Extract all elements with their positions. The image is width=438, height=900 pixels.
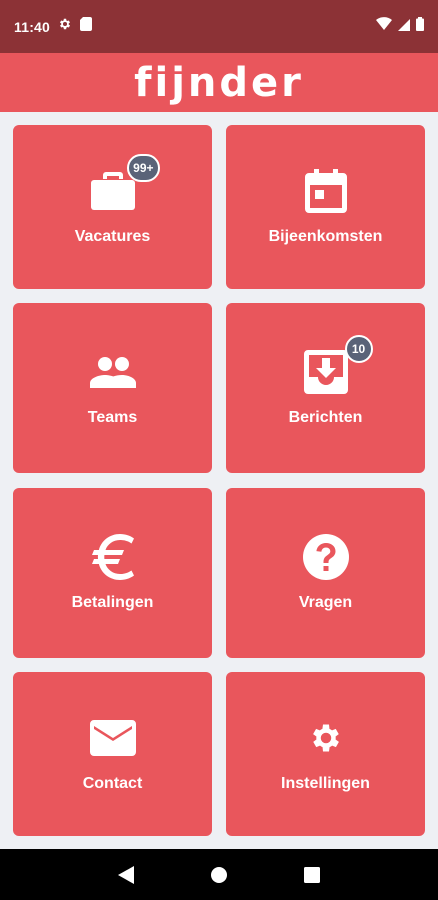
signal-icon (398, 18, 410, 36)
back-icon[interactable] (114, 863, 138, 887)
app-logo: fijnder (134, 59, 304, 106)
home-icon[interactable] (207, 863, 231, 887)
inbox-download-icon (303, 349, 348, 399)
tile-vragen[interactable]: Vragen (226, 488, 425, 658)
calendar-icon (304, 168, 347, 218)
tile-label-vragen: Vragen (298, 594, 353, 611)
tile-label-vacatures: Vacatures (74, 228, 151, 245)
system-nav-bar (0, 849, 438, 900)
recents-icon[interactable] (300, 863, 324, 887)
help-icon (302, 533, 349, 585)
tile-label-betalingen: Betalingen (71, 594, 154, 611)
mail-icon (89, 719, 136, 761)
tile-contact[interactable]: Contact (13, 672, 212, 836)
status-time: 11:40 (14, 18, 51, 35)
status-bar: 11:40 (0, 0, 438, 53)
tile-label-teams: Teams (87, 409, 138, 426)
sim-card-icon (80, 17, 93, 36)
gear-icon (58, 17, 72, 36)
settings-icon (308, 720, 344, 761)
tile-instellingen[interactable]: Instellingen (226, 672, 425, 836)
tile-betalingen[interactable]: Betalingen (13, 488, 212, 658)
battery-icon (416, 17, 424, 36)
euro-icon (90, 533, 136, 585)
tile-label-berichten: Berichten (288, 409, 363, 426)
tile-bijeenkomsten[interactable]: Bijeenkomsten (226, 125, 425, 289)
tile-label-bijeenkomsten: Bijeenkomsten (268, 228, 383, 245)
vacatures-badge: 99+ (127, 154, 160, 182)
berichten-badge: 10 (344, 335, 373, 363)
app-bar: fijnder (0, 53, 438, 112)
tile-label-contact: Contact (82, 775, 143, 792)
wifi-icon (376, 17, 392, 36)
tile-berichten[interactable]: 10 Berichten (226, 303, 425, 473)
tile-teams[interactable]: Teams (13, 303, 212, 473)
tile-vacatures[interactable]: 99+ Vacatures (13, 125, 212, 289)
briefcase-icon (90, 170, 136, 217)
tile-label-instellingen: Instellingen (281, 775, 370, 792)
people-icon (89, 356, 136, 393)
